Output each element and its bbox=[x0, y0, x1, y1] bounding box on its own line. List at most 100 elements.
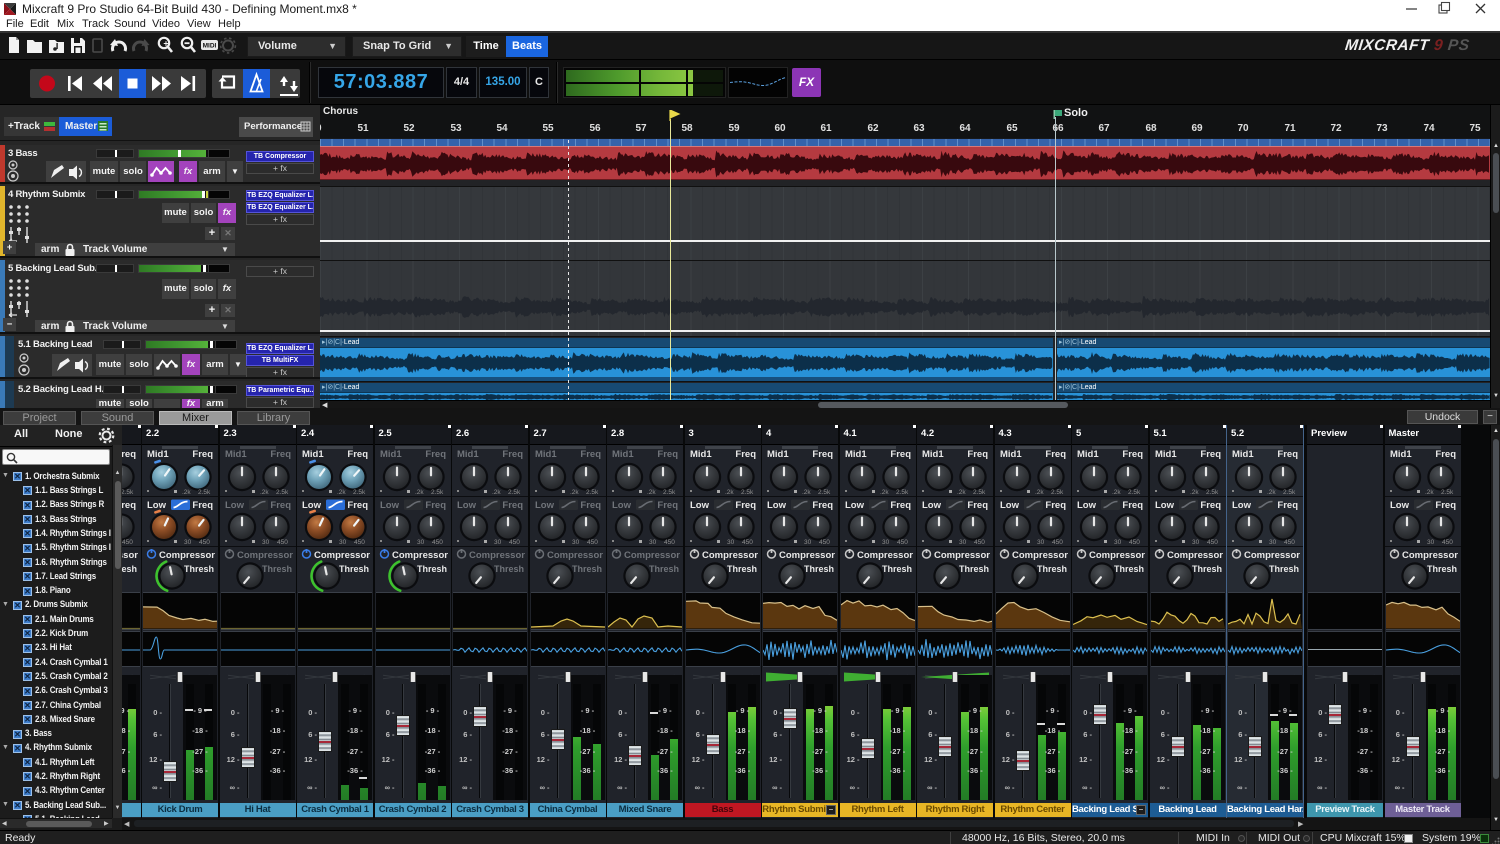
svg-text:Low: Low bbox=[1000, 500, 1020, 511]
svg-text:Thresh: Thresh bbox=[882, 564, 912, 574]
svg-text:Freq: Freq bbox=[967, 500, 988, 511]
svg-text:2.5k: 2.5k bbox=[508, 489, 521, 496]
svg-text:Freq: Freq bbox=[1045, 449, 1066, 460]
svg-text:Freq: Freq bbox=[657, 449, 678, 460]
svg-text:Freq: Freq bbox=[122, 449, 136, 460]
svg-text:Freq: Freq bbox=[270, 500, 291, 511]
svg-text:2.5k: 2.5k bbox=[818, 489, 831, 496]
svg-text:Freq: Freq bbox=[192, 500, 213, 511]
svg-text:Compressor: Compressor bbox=[547, 550, 603, 561]
svg-text:Compressor: Compressor bbox=[1089, 550, 1145, 561]
svg-text:MIDI: MIDI bbox=[203, 43, 217, 50]
svg-text:450: 450 bbox=[509, 539, 520, 546]
svg-text:Low: Low bbox=[767, 500, 787, 511]
svg-text:Freq: Freq bbox=[1435, 449, 1456, 460]
svg-text:450: 450 bbox=[819, 539, 830, 546]
svg-text:450: 450 bbox=[974, 539, 985, 546]
svg-text:Thresh: Thresh bbox=[727, 564, 757, 574]
svg-text:Compressor: Compressor bbox=[624, 550, 680, 561]
svg-text:30: 30 bbox=[727, 539, 735, 546]
svg-text:.2k: .2k bbox=[1267, 489, 1276, 496]
svg-text:Compressor: Compressor bbox=[1244, 550, 1300, 561]
svg-text:Freq: Freq bbox=[1277, 449, 1298, 460]
svg-text:.2k: .2k bbox=[957, 489, 966, 496]
svg-text:2.5k: 2.5k bbox=[1283, 489, 1296, 496]
svg-text:Mid1: Mid1 bbox=[147, 449, 169, 460]
svg-text:Low: Low bbox=[845, 500, 865, 511]
svg-text:Freq: Freq bbox=[812, 500, 833, 511]
svg-text:450: 450 bbox=[1284, 539, 1295, 546]
svg-text:.2k: .2k bbox=[415, 489, 424, 496]
svg-text:.2k: .2k bbox=[725, 489, 734, 496]
svg-text:2.5k: 2.5k bbox=[586, 489, 599, 496]
svg-text:Freq: Freq bbox=[502, 500, 523, 511]
svg-text:30: 30 bbox=[649, 539, 657, 546]
svg-text:Compressor: Compressor bbox=[1012, 550, 1068, 561]
svg-text:Low: Low bbox=[922, 500, 942, 511]
svg-text:Mid1: Mid1 bbox=[1000, 449, 1022, 460]
svg-text:Low: Low bbox=[380, 500, 400, 511]
svg-text:.2k: .2k bbox=[1425, 489, 1434, 496]
svg-text:Mid1: Mid1 bbox=[612, 449, 634, 460]
svg-text:Freq: Freq bbox=[967, 449, 988, 460]
svg-text:Thresh: Thresh bbox=[262, 564, 292, 574]
svg-text:Freq: Freq bbox=[1045, 500, 1066, 511]
svg-text:Compressor: Compressor bbox=[122, 550, 138, 561]
svg-text:Compressor: Compressor bbox=[702, 550, 758, 561]
svg-text:Freq: Freq bbox=[122, 500, 136, 511]
svg-text:Compressor: Compressor bbox=[934, 550, 990, 561]
svg-text:Thresh: Thresh bbox=[122, 564, 137, 574]
svg-text:Freq: Freq bbox=[425, 500, 446, 511]
svg-text:Freq: Freq bbox=[1122, 500, 1143, 511]
svg-text:.2k: .2k bbox=[1112, 489, 1121, 496]
svg-text:Thresh: Thresh bbox=[494, 564, 524, 574]
svg-text:Compressor: Compressor bbox=[779, 550, 835, 561]
svg-text:450: 450 bbox=[1052, 539, 1063, 546]
svg-text:Mid1: Mid1 bbox=[1077, 449, 1099, 460]
svg-text:30: 30 bbox=[882, 539, 890, 546]
svg-text:.2k: .2k bbox=[802, 489, 811, 496]
svg-text:Freq: Freq bbox=[270, 449, 291, 460]
svg-text:450: 450 bbox=[432, 539, 443, 546]
svg-text:Compressor: Compressor bbox=[314, 550, 370, 561]
svg-text:Compressor: Compressor bbox=[1402, 550, 1458, 561]
svg-text:Low: Low bbox=[535, 500, 555, 511]
svg-text:2.5k: 2.5k bbox=[1128, 489, 1141, 496]
svg-text:Low: Low bbox=[1155, 500, 1175, 511]
svg-text:Mid1: Mid1 bbox=[767, 449, 789, 460]
svg-text:.2k: .2k bbox=[260, 489, 269, 496]
svg-text:Mid1: Mid1 bbox=[535, 449, 557, 460]
svg-text:30: 30 bbox=[804, 539, 812, 546]
svg-text:450: 450 bbox=[664, 539, 675, 546]
svg-text:Low: Low bbox=[147, 500, 167, 511]
svg-text:Compressor: Compressor bbox=[392, 550, 448, 561]
svg-text:Mid1: Mid1 bbox=[302, 449, 324, 460]
svg-text:30: 30 bbox=[1037, 539, 1045, 546]
svg-text:Mid1: Mid1 bbox=[457, 449, 479, 460]
svg-text:2.5k: 2.5k bbox=[973, 489, 986, 496]
svg-text:Low: Low bbox=[1232, 500, 1252, 511]
svg-text:Mid1: Mid1 bbox=[225, 449, 247, 460]
svg-text:30: 30 bbox=[417, 539, 425, 546]
svg-text:30: 30 bbox=[572, 539, 580, 546]
svg-text:2.5k: 2.5k bbox=[1051, 489, 1064, 496]
svg-text:Thresh: Thresh bbox=[1192, 564, 1222, 574]
svg-text:30: 30 bbox=[1114, 539, 1122, 546]
svg-text:Thresh: Thresh bbox=[1037, 564, 1067, 574]
svg-text:Freq: Freq bbox=[735, 449, 756, 460]
svg-text:2.5k: 2.5k bbox=[1441, 489, 1454, 496]
svg-text:Freq: Freq bbox=[425, 449, 446, 460]
svg-text:Mid1: Mid1 bbox=[380, 449, 402, 460]
svg-text:.2k: .2k bbox=[880, 489, 889, 496]
svg-text:2.5k: 2.5k bbox=[663, 489, 676, 496]
svg-text:Freq: Freq bbox=[1200, 500, 1221, 511]
svg-text:Freq: Freq bbox=[1435, 500, 1456, 511]
svg-text:Low: Low bbox=[1077, 500, 1097, 511]
svg-text:450: 450 bbox=[122, 539, 133, 546]
svg-text:Freq: Freq bbox=[890, 449, 911, 460]
svg-text:.2k: .2k bbox=[1190, 489, 1199, 496]
svg-text:.2k: .2k bbox=[492, 489, 501, 496]
svg-text:30: 30 bbox=[262, 539, 270, 546]
svg-text:30: 30 bbox=[184, 539, 192, 546]
svg-text:450: 450 bbox=[587, 539, 598, 546]
